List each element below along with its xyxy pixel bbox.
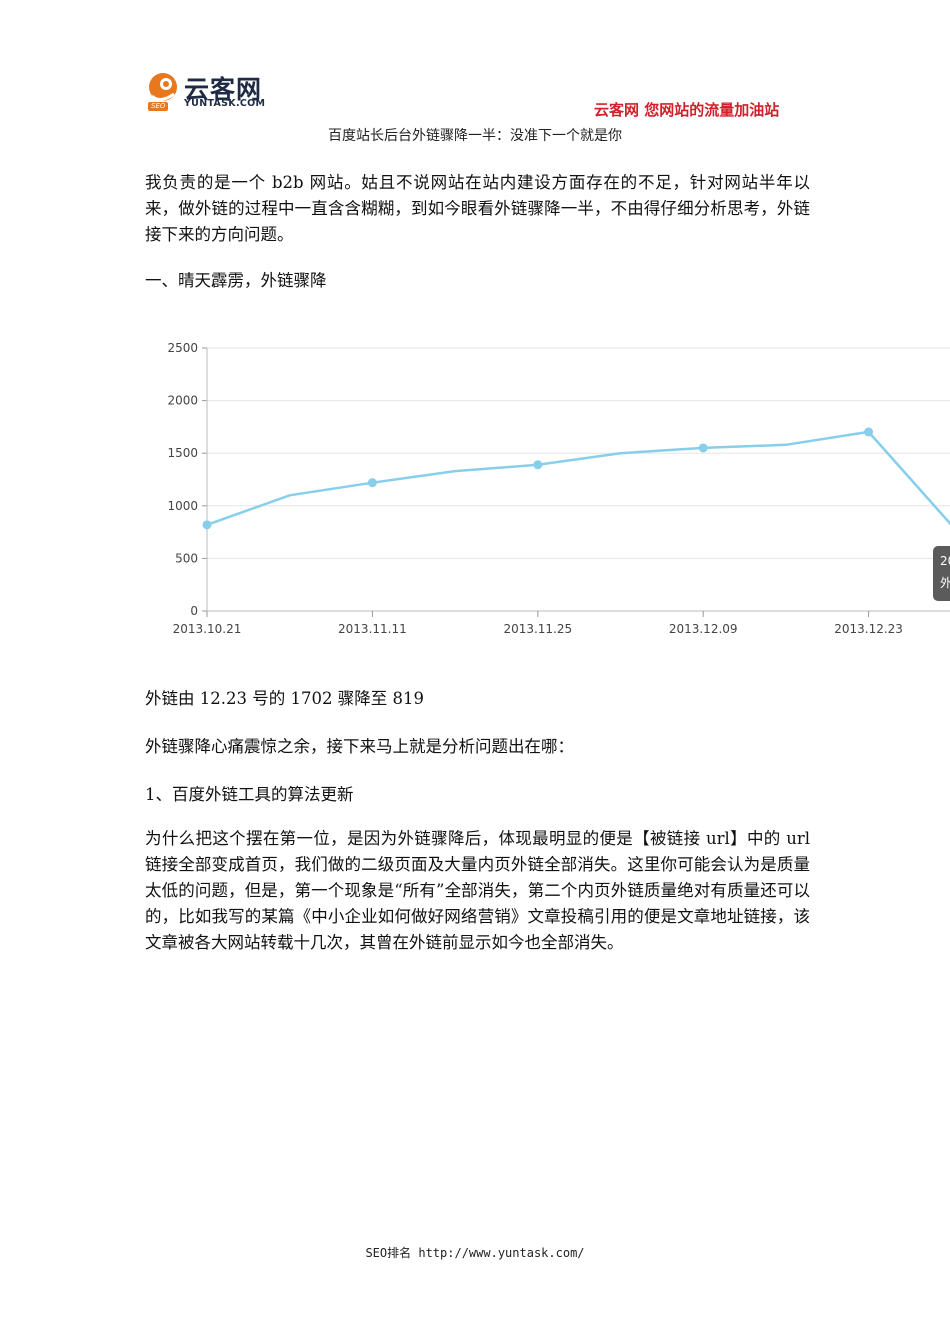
x-tick-label: 2013.12.09 bbox=[669, 622, 738, 636]
point-heading-1: 1、百度外链工具的算法更新 bbox=[145, 785, 354, 804]
document-title: 百度站长后台外链骤降一半：没准下一个就是你 bbox=[328, 128, 622, 144]
series-line-backlinks bbox=[206, 430, 950, 526]
data-point bbox=[367, 478, 377, 488]
site-slogan: 云客网 您网站的流量加油站 bbox=[594, 101, 780, 119]
y-tick-labels: 0 500 1000 1500 2000 2500 bbox=[167, 341, 198, 618]
x-tick-label: 2013.10.21 bbox=[173, 622, 242, 636]
y-tick-label: 2000 bbox=[167, 394, 198, 408]
chart-series bbox=[206, 430, 950, 526]
y-tick-label: 500 bbox=[175, 551, 198, 565]
chart-grid bbox=[207, 347, 950, 559]
data-point bbox=[864, 427, 874, 437]
x-tick-labels: 2013.10.21 2013.11.11 2013.11.25 2013.12.09… bbox=[173, 622, 903, 636]
backlink-line-chart: 0 500 1000 1500 2000 2500 2013.10.21 2013.11.1… bbox=[167, 341, 950, 636]
logo-swirl-icon bbox=[149, 73, 177, 101]
y-tick-label: 2500 bbox=[167, 341, 198, 355]
analysis-paragraph: 为什么把这个摆在第一位，是因为外链骤降后，体现最明显的便是【被链接 url】中的… bbox=[145, 829, 810, 952]
y-tick-label: 1500 bbox=[167, 446, 198, 460]
logo-seo-badge: SEO bbox=[148, 102, 169, 111]
data-point bbox=[698, 443, 708, 453]
x-tick-label: 2013.12.23 bbox=[834, 622, 903, 636]
tooltip-line-1: 20 bbox=[940, 554, 950, 568]
chart-points bbox=[202, 427, 874, 530]
chart-axes bbox=[202, 347, 950, 617]
page-footer: SEO排名 http://www.yuntask.com/ bbox=[365, 1246, 585, 1260]
x-tick-label: 2013.11.25 bbox=[503, 622, 572, 636]
transition-paragraph: 外链骤降心痛震惊之余，接下来马上就是分析问题出在哪： bbox=[145, 737, 574, 756]
intro-paragraph: 我负责的是一个 b2b 网站。姑且不说网站在站内建设方面存在的不足，针对网站半年… bbox=[145, 173, 810, 244]
y-tick-label: 1000 bbox=[167, 499, 198, 513]
site-logo[interactable]: SEO 云客网 YUNTASK.COM bbox=[146, 72, 276, 112]
tooltip-line-2: 外 bbox=[940, 576, 950, 590]
chart-tooltip: 20 外 bbox=[933, 546, 950, 601]
logo-domain: YUNTASK.COM bbox=[184, 98, 266, 109]
data-point bbox=[533, 460, 543, 470]
data-point bbox=[202, 520, 212, 530]
chart-caption: 外链由 12.23 号的 1702 骤降至 819 bbox=[145, 689, 424, 708]
y-tick-label: 0 bbox=[190, 604, 198, 618]
x-tick-label: 2013.11.11 bbox=[338, 622, 407, 636]
section-heading-1: 一、晴天霹雳，外链骤降 bbox=[145, 271, 327, 290]
